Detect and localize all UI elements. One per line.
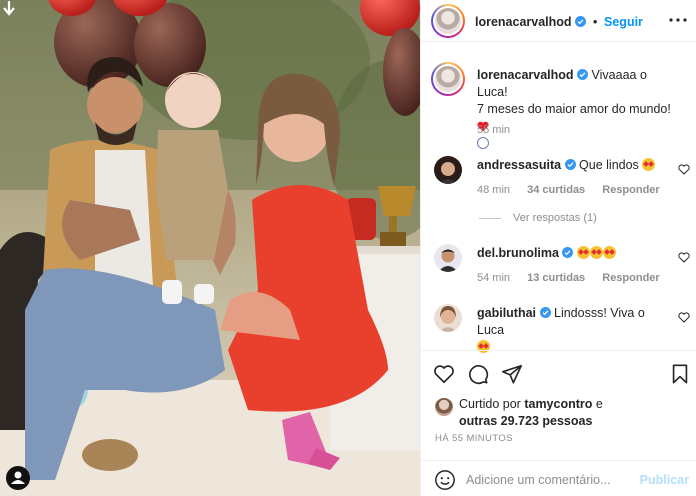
reply-button[interactable]: Responder <box>602 184 659 196</box>
author-username[interactable]: lorenacarvalhod <box>475 15 572 29</box>
likes-conj: e <box>595 397 603 411</box>
follow-button[interactable]: Seguir <box>604 15 643 29</box>
star-struck-emoji-icon <box>576 246 590 259</box>
comment-likes[interactable]: 13 curtidas <box>527 272 585 284</box>
commenter-avatar[interactable] <box>434 244 462 272</box>
comment-body: Que lindos <box>579 158 639 172</box>
author-avatar[interactable] <box>431 4 465 38</box>
caption-text: lorenacarvalhod Vivaaaa o Luca! 7 meses … <box>477 67 673 152</box>
tagged-users-icon[interactable] <box>6 466 30 490</box>
comment-time[interactable]: 48 min <box>477 184 510 196</box>
view-replies-label: Ver respostas (1) <box>513 212 597 224</box>
commenter-username[interactable]: andressasuita <box>477 158 561 172</box>
comment-like-heart-icon[interactable] <box>678 252 690 263</box>
caption-username[interactable]: lorenacarvalhod <box>477 68 574 82</box>
caption-meta: 55 min <box>477 124 524 136</box>
back-arrow-icon[interactable] <box>2 0 16 16</box>
verified-badge-icon <box>562 247 574 258</box>
post-action-bar <box>421 350 696 396</box>
commenter-username[interactable]: gabiluthai <box>477 306 536 320</box>
star-struck-emoji-icon <box>642 158 656 171</box>
user-tag-icon <box>11 471 25 484</box>
post-header: lorenacarvalhod • Seguir <box>421 0 696 42</box>
more-icon[interactable] <box>669 18 687 22</box>
separator-dot: • <box>592 14 598 29</box>
comment-text: gabiluthai Lindosss! Viva o Luca <box>477 305 673 356</box>
likes-text: Curtido por tamycontro e outras 29.723 p… <box>459 396 695 430</box>
liker-avatar[interactable] <box>435 398 453 416</box>
reply-button[interactable]: Responder <box>602 272 659 284</box>
comment-time[interactable]: 54 min <box>477 272 510 284</box>
verified-badge-icon <box>577 69 589 80</box>
comment-like-heart-icon[interactable] <box>678 312 690 323</box>
caption-author-avatar[interactable] <box>431 62 465 96</box>
comment-likes[interactable]: 34 curtidas <box>527 184 585 196</box>
star-struck-emoji-icon <box>589 246 603 259</box>
comment-meta: 48 min 34 curtidas Responder <box>477 184 674 196</box>
add-comment-bar: Publicar <box>421 460 696 496</box>
post-photo[interactable] <box>0 0 420 496</box>
liker-username[interactable]: tamycontro <box>524 397 592 411</box>
verified-badge-icon <box>575 16 587 27</box>
baby-emoji-icon <box>477 137 489 149</box>
caption-line-2: 7 meses do maior amor do mundo! <box>477 102 671 116</box>
comment-like-heart-icon[interactable] <box>678 164 690 175</box>
comment-input[interactable] <box>466 470 636 490</box>
publish-button[interactable]: Publicar <box>640 473 689 487</box>
star-struck-emoji-icon <box>602 246 616 259</box>
replies-divider-line <box>479 217 501 219</box>
view-replies-button[interactable]: Ver respostas (1) <box>479 212 597 224</box>
verified-badge-icon <box>564 159 576 170</box>
comment-meta: 54 min 13 curtidas Responder <box>477 272 674 284</box>
caption-time[interactable]: 55 min <box>477 124 510 136</box>
comment-icon[interactable] <box>467 363 489 385</box>
smiley-icon[interactable] <box>434 469 456 491</box>
comment-text: del.brunolima <box>477 245 673 262</box>
commenter-avatar[interactable] <box>434 304 462 332</box>
commenter-username[interactable]: del.brunolima <box>477 246 559 260</box>
heart-icon[interactable] <box>433 363 455 385</box>
post-timestamp[interactable]: HÁ 55 MINUTOS <box>435 433 513 444</box>
comment-text: andressasuita Que lindos <box>477 157 673 174</box>
likes-prefix: Curtido por <box>459 397 521 411</box>
family-photo-image <box>0 0 420 496</box>
paper-plane-icon[interactable] <box>501 363 523 385</box>
post-side-panel: lorenacarvalhod • Seguir lorenacarvalhod… <box>420 0 696 496</box>
bookmark-icon[interactable] <box>669 363 691 385</box>
verified-badge-icon <box>539 307 551 318</box>
likes-others-link[interactable]: outras 29.723 pessoas <box>459 414 592 428</box>
commenter-avatar[interactable] <box>434 156 462 184</box>
